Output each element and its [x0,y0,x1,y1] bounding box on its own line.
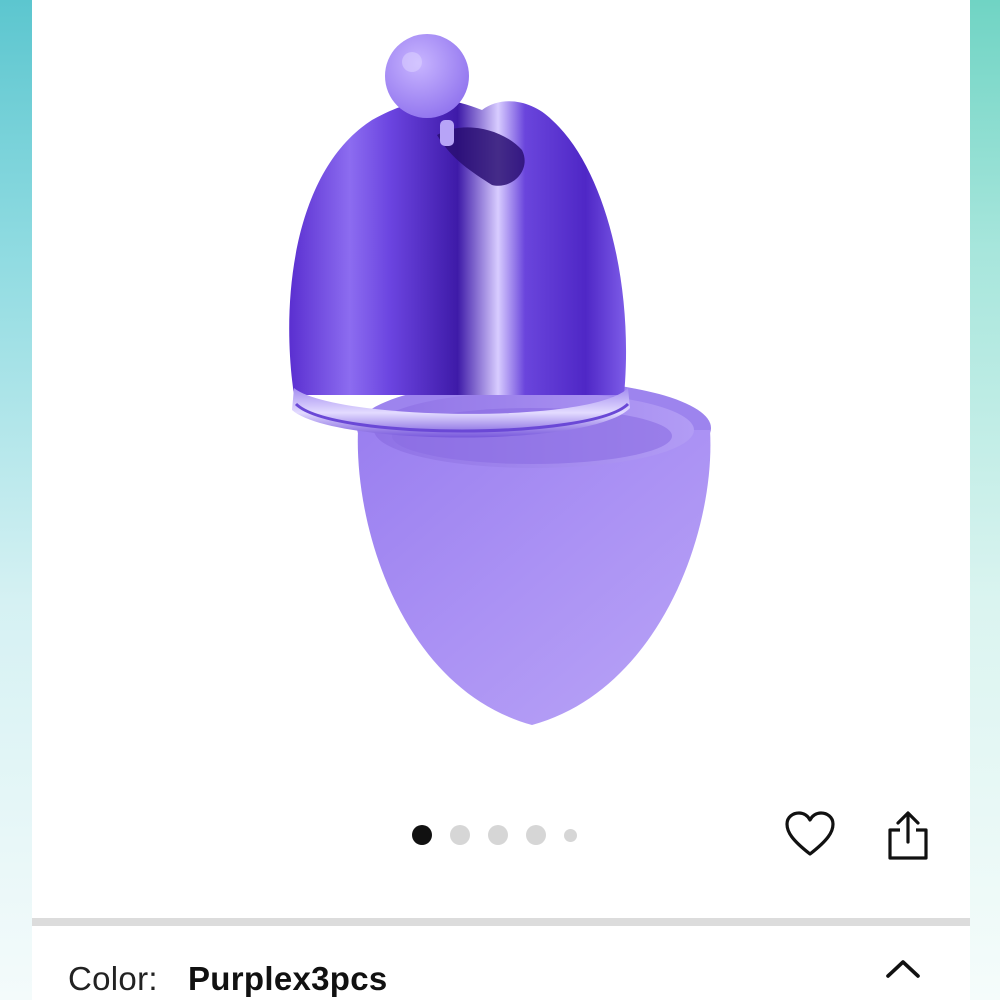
carousel-dot-1[interactable] [412,825,432,845]
page-background-left [0,0,32,1000]
wishlist-button[interactable] [782,806,838,862]
product-image[interactable] [32,0,970,800]
carousel-dot-2[interactable] [450,825,470,845]
section-divider [32,918,970,926]
share-button[interactable] [880,808,936,864]
carousel-dot-5[interactable] [564,828,577,842]
color-label: Color: [68,960,158,997]
product-image-gallery[interactable] [32,0,970,918]
page-background-right [970,0,1000,1000]
share-icon [888,811,928,860]
color-value: Purplex3pcs [188,960,388,997]
chevron-up-icon[interactable] [878,948,928,988]
carousel-dot-4[interactable] [526,825,546,845]
carousel-dots[interactable] [412,824,577,846]
carousel-dot-3[interactable] [488,825,508,845]
heart-outline-icon [785,811,835,856]
color-variation-row[interactable]: Color: Purplex3pcs [32,926,970,1000]
product-card: Color: Purplex3pcs [32,0,970,1000]
